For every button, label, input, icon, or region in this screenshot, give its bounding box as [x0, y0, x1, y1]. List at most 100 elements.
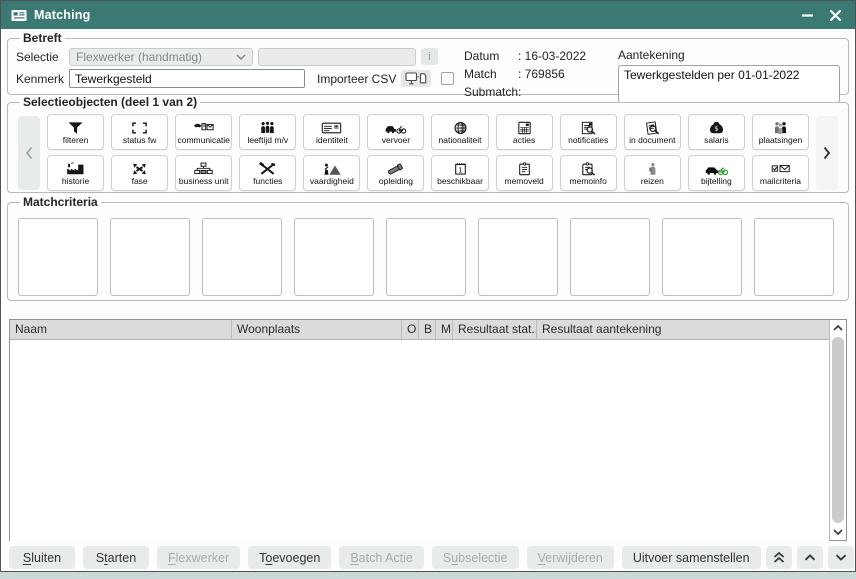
- transport-icon: [385, 121, 406, 136]
- scroll-up-button[interactable]: [830, 320, 846, 336]
- column-header-m[interactable]: M: [436, 320, 453, 339]
- filter-icon: [65, 121, 86, 136]
- selection-object-label: mailcriteria: [760, 177, 801, 186]
- scroll-up-icon: [833, 325, 843, 331]
- selection-object-label: nationaliteit: [439, 136, 482, 145]
- selectie-dropdown: Flexwerker (handmatig): [69, 48, 253, 66]
- selection-object-memoveld[interactable]: memoveld: [496, 155, 553, 191]
- business-unit-icon: [193, 162, 214, 177]
- betreft-legend: Betreft: [20, 31, 65, 45]
- selection-object-opleiding[interactable]: opleiding: [367, 155, 424, 191]
- selection-object-business-unit[interactable]: business unit: [175, 155, 232, 191]
- column-header-resultaat-stat-[interactable]: Resultaat stat...: [453, 320, 537, 339]
- datum-label: Datum: [464, 49, 516, 67]
- scroll-down-button[interactable]: [830, 524, 846, 540]
- matchcriteria-slot-9[interactable]: [754, 218, 834, 296]
- selection-object-label: memoinfo: [570, 177, 607, 186]
- selection-object-label: vervoer: [382, 136, 410, 145]
- selection-object-label: bijtelling: [701, 177, 732, 186]
- toevoegen-button[interactable]: Toevoegen: [248, 546, 331, 569]
- available-icon: 1: [450, 162, 471, 177]
- selectie-extra-field: [258, 48, 416, 66]
- matchcriteria-slots: [16, 218, 840, 296]
- matchcriteria-slot-6[interactable]: [478, 218, 558, 296]
- selection-object-vervoer[interactable]: vervoer: [367, 114, 424, 150]
- selection-object-memoinfo[interactable]: memoinfo: [560, 155, 617, 191]
- selection-object-label: opleiding: [379, 177, 413, 186]
- move-up-button[interactable]: [797, 546, 823, 569]
- selection-object-nationaliteit[interactable]: nationaliteit: [431, 114, 488, 150]
- selection-object-historie[interactable]: historie: [47, 155, 104, 191]
- selection-object-beschikbaar[interactable]: 1beschikbaar: [431, 155, 488, 191]
- selection-object-label: memoveld: [505, 177, 544, 186]
- column-header-woonplaats[interactable]: Woonplaats: [232, 320, 402, 339]
- in-document-icon: [642, 121, 663, 136]
- selection-object-identiteit[interactable]: identiteit: [303, 114, 360, 150]
- nationality-icon: [450, 121, 471, 136]
- communication-icon: [193, 121, 214, 136]
- selection-object-label: beschikbaar: [437, 177, 483, 186]
- info-button: i: [421, 48, 438, 65]
- selection-object-fase[interactable]: fase: [111, 155, 168, 191]
- age-icon: [257, 121, 278, 136]
- matchcriteria-slot-4[interactable]: [294, 218, 374, 296]
- starten-button[interactable]: Starten: [83, 546, 149, 569]
- selection-object-bijtelling[interactable]: bijtelling: [688, 155, 745, 191]
- selection-object-status-fw[interactable]: status fw: [111, 114, 168, 150]
- import-csv-button[interactable]: [401, 70, 431, 87]
- close-icon: [830, 10, 841, 21]
- kenmerk-input[interactable]: Tewerkgesteld: [69, 69, 305, 88]
- import-csv-label: Importeer CSV: [317, 72, 396, 86]
- selection-object-notificaties[interactable]: notificaties: [560, 114, 617, 150]
- placements-icon: [770, 121, 791, 136]
- selection-object-mailcriteria[interactable]: mailcriteria: [752, 155, 809, 191]
- selection-object-salaris[interactable]: $salaris: [688, 114, 745, 150]
- matching-window-icon: [11, 9, 27, 22]
- selection-object-acties[interactable]: acties: [496, 114, 553, 150]
- matchcriteria-slot-5[interactable]: [386, 218, 466, 296]
- selection-object-in-document[interactable]: in document: [624, 114, 681, 150]
- selectie-label: Selectie: [16, 50, 64, 64]
- uitvoer-samenstellen-button[interactable]: Uitvoer samenstellen: [622, 546, 761, 569]
- matchcriteria-slot-8[interactable]: [662, 218, 742, 296]
- footer-buttons: SluitenStartenFlexwerkerToevoegenBatch A…: [9, 546, 614, 569]
- import-csv-checkbox[interactable]: [441, 72, 454, 85]
- verwijderen-button: Verwijderen: [527, 546, 614, 569]
- selection-object-communicatie[interactable]: communicatie: [175, 114, 232, 150]
- move-top-button[interactable]: [766, 546, 792, 569]
- column-header-resultaat-aantekening[interactable]: Resultaat aantekening: [537, 320, 829, 339]
- matchcriteria-slot-3[interactable]: [202, 218, 282, 296]
- phase-icon: [129, 162, 150, 177]
- selection-object-filteren[interactable]: filteren: [47, 114, 104, 150]
- minimize-icon: [802, 14, 813, 17]
- selection-object-functies[interactable]: functies: [239, 155, 296, 191]
- matchcriteria-slot-7[interactable]: [570, 218, 650, 296]
- memo-info-icon: [578, 162, 599, 177]
- next-page-button[interactable]: [816, 116, 838, 190]
- move-down-button[interactable]: [828, 546, 854, 569]
- column-header-b[interactable]: B: [419, 320, 436, 339]
- import-csv-icon: [405, 72, 427, 85]
- chevron-left-icon: [25, 146, 33, 160]
- titlebar: Matching: [1, 1, 855, 29]
- selection-object-label: leeftijd m/v: [247, 136, 288, 145]
- match-value: : 769856: [518, 67, 606, 85]
- selection-object-leeftijd-m-v[interactable]: leeftijd m/v: [239, 114, 296, 150]
- column-header-naam[interactable]: Naam: [10, 320, 232, 339]
- selection-object-plaatsingen[interactable]: plaatsingen: [752, 114, 809, 150]
- matchcriteria-slot-1[interactable]: [18, 218, 98, 296]
- close-button[interactable]: [825, 5, 845, 25]
- travel-icon: [642, 162, 663, 177]
- minimize-button[interactable]: [797, 5, 817, 25]
- selection-object-label: functies: [253, 177, 282, 186]
- matchcriteria-slot-2[interactable]: [110, 218, 190, 296]
- selection-object-reizen[interactable]: reizen: [624, 155, 681, 191]
- history-icon: [65, 162, 86, 177]
- previous-page-button: [18, 116, 40, 190]
- column-header-o[interactable]: O: [402, 320, 419, 339]
- subselectie-button: Subselectie: [432, 546, 519, 569]
- sluiten-button[interactable]: Sluiten: [9, 546, 75, 569]
- functions-icon: [257, 162, 278, 177]
- selection-object-vaardigheid[interactable]: vaardigheid: [303, 155, 360, 191]
- scrollbar-thumb[interactable]: [832, 337, 844, 523]
